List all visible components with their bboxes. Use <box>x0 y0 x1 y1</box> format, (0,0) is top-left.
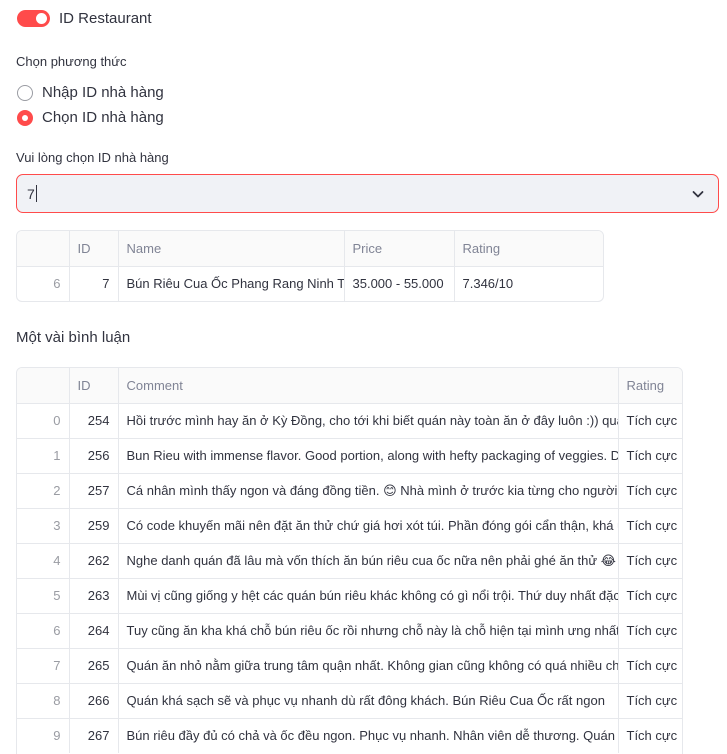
cell-comment[interactable]: Cá nhân mình thấy ngon và đáng đồng tiền… <box>118 473 619 509</box>
toggle-knob <box>36 13 47 24</box>
table-header-row: ID Name Price Rating <box>17 231 603 267</box>
id-restaurant-toggle[interactable] <box>17 10 50 27</box>
comments-section-title: Một vài bình luận <box>16 329 131 346</box>
column-header[interactable]: Name <box>118 231 345 267</box>
cell-rating[interactable]: 7.346/10 <box>454 266 603 301</box>
table-row[interactable]: 7 265 Quán ăn nhỏ nằm giữa trung tâm quậ… <box>17 648 682 684</box>
radio-option-label: Chọn ID nhà hàng <box>42 109 164 126</box>
radio-option-enter-id[interactable]: Nhập ID nhà hàng <box>17 84 164 101</box>
cell-id[interactable]: 264 <box>69 613 119 649</box>
cell-rating[interactable]: Tích cực <box>618 648 682 684</box>
cell-id[interactable]: 257 <box>69 473 119 509</box>
cell-id[interactable]: 7 <box>69 266 119 301</box>
cell-rating[interactable]: Tích cực <box>618 438 682 474</box>
table-row[interactable]: 9 267 Bún riêu đầy đủ có chả và ốc đều n… <box>17 718 682 753</box>
cell-comment[interactable]: Có code khuyến mãi nên đặt ăn thử chứ gi… <box>118 508 619 544</box>
table-row[interactable]: 4 262 Nghe danh quán đã lâu mà vốn thích… <box>17 543 682 579</box>
row-index: 1 <box>17 438 70 474</box>
cell-rating[interactable]: Tích cực <box>618 718 682 753</box>
select-value[interactable]: 7 <box>27 186 35 202</box>
cell-rating[interactable]: Tích cực <box>618 613 682 649</box>
cell-id[interactable]: 259 <box>69 508 119 544</box>
table-row[interactable]: 3 259 Có code khuyến mãi nên đặt ăn thử … <box>17 508 682 544</box>
column-header[interactable]: Price <box>344 231 455 267</box>
column-header[interactable]: Comment <box>118 368 619 404</box>
cell-comment[interactable]: Bún riêu đầy đủ có chả và ốc đều ngon. P… <box>118 718 619 753</box>
cell-id[interactable]: 267 <box>69 718 119 753</box>
toggle-label: ID Restaurant <box>59 10 152 27</box>
row-index: 4 <box>17 543 70 579</box>
restaurant-table[interactable]: ID Name Price Rating 6 7 Bún Riêu Cua Ốc… <box>16 230 604 302</box>
table-header-row: ID Comment Rating <box>17 368 682 404</box>
id-restaurant-toggle-row[interactable]: ID Restaurant <box>17 10 152 27</box>
column-header[interactable]: ID <box>69 231 119 267</box>
cell-name[interactable]: Bún Riêu Cua Ốc Phang Rang Ninh Th <box>118 266 345 301</box>
cell-rating[interactable]: Tích cực <box>618 473 682 509</box>
cell-rating[interactable]: Tích cực <box>618 578 682 614</box>
method-radio-title: Chọn phương thức <box>16 54 127 69</box>
row-index: 5 <box>17 578 70 614</box>
table-row[interactable]: 0 254 Hồi trước mình hay ăn ở Kỳ Đồng, c… <box>17 403 682 439</box>
table-row[interactable]: 1 256 Bun Rieu with immense flavor. Good… <box>17 438 682 474</box>
cell-comment[interactable]: Quán ăn nhỏ nằm giữa trung tâm quận nhất… <box>118 648 619 684</box>
radio-option-label: Nhập ID nhà hàng <box>42 84 164 101</box>
table-row[interactable]: 6 264 Tuy cũng ăn kha khá chỗ bún riêu ố… <box>17 613 682 649</box>
radio-selected-icon[interactable] <box>17 109 33 126</box>
column-header[interactable]: ID <box>69 368 119 404</box>
row-index: 3 <box>17 508 70 544</box>
row-index: 2 <box>17 473 70 509</box>
cell-rating[interactable]: Tích cực <box>618 403 682 439</box>
cell-comment[interactable]: Hồi trước mình hay ăn ở Kỳ Đồng, cho tới… <box>118 403 619 439</box>
row-index: 6 <box>17 266 70 301</box>
chevron-down-icon[interactable] <box>690 186 706 202</box>
cell-rating[interactable]: Tích cực <box>618 683 682 719</box>
cell-id[interactable]: 266 <box>69 683 119 719</box>
column-header[interactable]: Rating <box>618 368 682 404</box>
cell-id[interactable]: 265 <box>69 648 119 684</box>
column-header <box>17 231 70 267</box>
row-index: 6 <box>17 613 70 649</box>
radio-unselected-icon[interactable] <box>17 84 33 101</box>
text-cursor <box>35 185 37 202</box>
cell-id[interactable]: 256 <box>69 438 119 474</box>
cell-id[interactable]: 254 <box>69 403 119 439</box>
table-row[interactable]: 8 266 Quán khá sạch sẽ và phục vụ nhanh … <box>17 683 682 719</box>
column-header[interactable]: Rating <box>454 231 603 267</box>
row-index: 0 <box>17 403 70 439</box>
table-row[interactable]: 2 257 Cá nhân mình thấy ngon và đáng đồn… <box>17 473 682 509</box>
cell-comment[interactable]: Nghe danh quán đã lâu mà vốn thích ăn bú… <box>118 543 619 579</box>
restaurant-id-select[interactable]: 7 <box>16 174 719 213</box>
cell-price[interactable]: 35.000 - 55.000 <box>344 266 455 301</box>
cell-comment[interactable]: Quán khá sạch sẽ và phục vụ nhanh dù rất… <box>118 683 619 719</box>
row-index: 8 <box>17 683 70 719</box>
radio-option-choose-id[interactable]: Chọn ID nhà hàng <box>17 109 164 126</box>
cell-id[interactable]: 263 <box>69 578 119 614</box>
comments-table[interactable]: ID Comment Rating 0 254 Hồi trước mình h… <box>16 367 683 754</box>
column-header <box>17 368 70 404</box>
row-index: 9 <box>17 718 70 753</box>
select-title: Vui lòng chọn ID nhà hàng <box>16 150 169 165</box>
cell-comment[interactable]: Bun Rieu with immense flavor. Good porti… <box>118 438 619 474</box>
row-index: 7 <box>17 648 70 684</box>
cell-id[interactable]: 262 <box>69 543 119 579</box>
table-row[interactable]: 5 263 Mùi vị cũng giống y hệt các quán b… <box>17 578 682 614</box>
cell-comment[interactable]: Mùi vị cũng giống y hệt các quán bún riê… <box>118 578 619 614</box>
table-row[interactable]: 6 7 Bún Riêu Cua Ốc Phang Rang Ninh Th 3… <box>17 266 603 301</box>
cell-rating[interactable]: Tích cực <box>618 508 682 544</box>
cell-comment[interactable]: Tuy cũng ăn kha khá chỗ bún riêu ốc rồi … <box>118 613 619 649</box>
cell-rating[interactable]: Tích cực <box>618 543 682 579</box>
